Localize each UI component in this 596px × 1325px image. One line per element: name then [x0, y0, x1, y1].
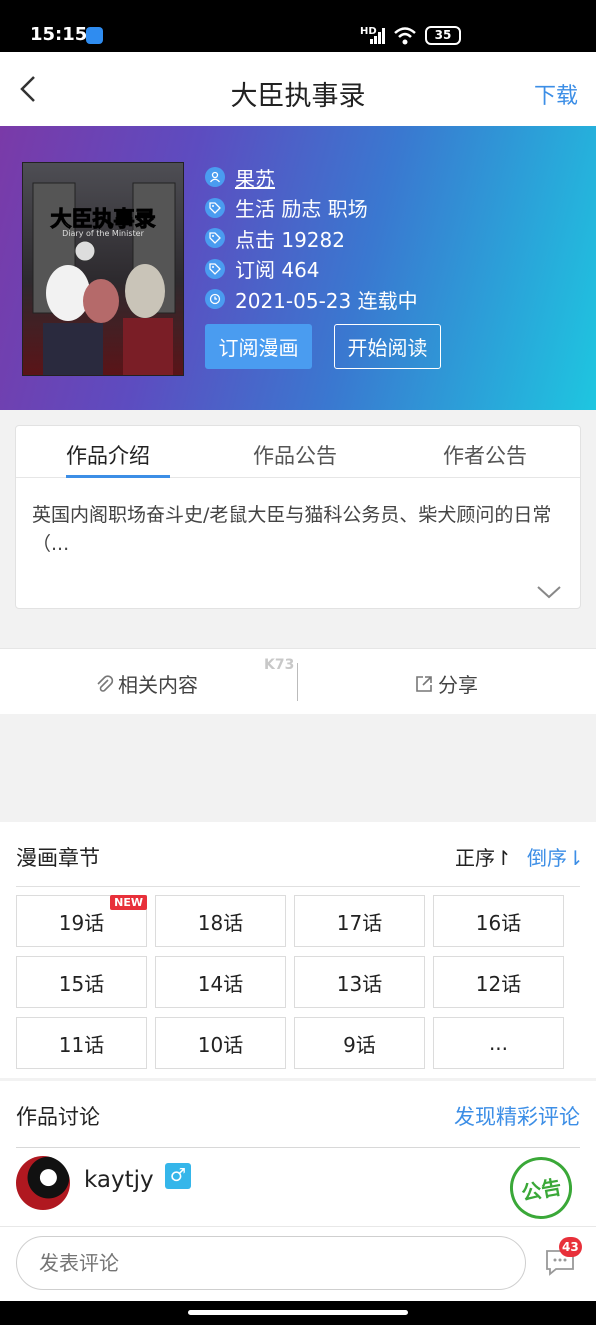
discover-comments-link[interactable]: 发现精彩评论: [454, 1101, 580, 1131]
chevron-down-icon[interactable]: [536, 584, 562, 600]
new-badge: NEW: [110, 895, 147, 910]
clicks-text: 点击 19282: [235, 227, 345, 252]
chapters-divider: [16, 886, 580, 887]
subscribe-button[interactable]: 订阅漫画: [205, 324, 312, 369]
attachment-icon: [97, 674, 114, 692]
tag-icon: [205, 197, 225, 218]
tags-text: 生活 励志 职场: [235, 197, 368, 222]
notification-app-icon: [86, 27, 103, 44]
update-row: 2021-05-23 连载中: [205, 284, 418, 315]
work-description: 英国内阁职场奋斗史/老鼠大臣与猫科公务员、柴犬顾问的日常 （...: [32, 504, 552, 555]
cover-illustration: [32, 182, 176, 375]
discussion-section: 作品讨论 发现精彩评论 kaytjy ♂ 公告: [0, 1081, 596, 1226]
comment-username[interactable]: kaytjy: [84, 1167, 154, 1193]
chapter-item[interactable]: 18话: [155, 895, 286, 947]
chapter-label: 13话: [336, 971, 383, 996]
related-content-button[interactable]: 相关内容: [94, 669, 198, 698]
more-chapters-button[interactable]: ...: [433, 1017, 564, 1069]
signal-icon: [370, 28, 385, 44]
avatar[interactable]: [16, 1156, 70, 1210]
chapters-title: 漫画章节: [16, 846, 100, 870]
status-time: 15:15: [30, 24, 88, 45]
chapter-item[interactable]: 10话: [155, 1017, 286, 1069]
wifi-icon: [394, 27, 416, 45]
subscriptions-text: 订阅 464: [235, 258, 320, 283]
chapter-label: 17话: [336, 910, 383, 935]
related-content-label: 相关内容: [118, 673, 198, 697]
chapter-label: 14话: [197, 971, 244, 996]
subscriptions-row: 订阅 464: [205, 254, 418, 285]
cover-subtitle: Diary of the Minister: [62, 229, 144, 238]
chapter-item[interactable]: 9话: [294, 1017, 425, 1069]
update-text: 2021-05-23 连载中: [235, 288, 418, 313]
tags-row: 生活 励志 职场: [205, 193, 418, 224]
clock-icon: [205, 289, 225, 310]
chapter-label: ...: [488, 1031, 509, 1055]
download-button[interactable]: 下载: [534, 78, 578, 110]
share-icon: [416, 675, 432, 692]
action-bar: 相关内容 K73 分享: [0, 648, 596, 714]
chapter-item[interactable]: 13话: [294, 956, 425, 1008]
comment-bar: 43: [0, 1226, 596, 1301]
status-bar: 15:15 HD 35: [0, 0, 596, 52]
chapter-item[interactable]: 15话: [16, 956, 147, 1008]
discussion-divider: [16, 1147, 580, 1148]
chapter-section: 漫画章节 正序↾ 倒序⇂ 19话 NEW 18话 17话 16话 15话 14话…: [0, 822, 596, 1078]
author-row[interactable]: 果苏: [205, 162, 418, 193]
chapter-label: 19话: [58, 910, 105, 935]
gender-male-icon: ♂: [165, 1163, 191, 1189]
tab-work-notice[interactable]: 作品公告: [253, 440, 337, 470]
chapter-label: 9话: [343, 1032, 376, 1057]
tag-icon: [205, 228, 225, 249]
chapter-item[interactable]: 17话: [294, 895, 425, 947]
action-divider: [297, 663, 298, 701]
intro-card: 作品介绍 作品公告 作者公告 英国内阁职场奋斗史/老鼠大臣与猫科公务员、柴犬顾问…: [15, 425, 581, 609]
tag-icon: [205, 258, 225, 279]
home-indicator[interactable]: [188, 1310, 408, 1315]
comic-meta-list: 果苏 生活 励志 职场 点击 19282 订阅 464 2021-05-23 连…: [205, 162, 418, 315]
watermark: K73: [264, 657, 295, 673]
clicks-row: 点击 19282: [205, 223, 418, 254]
comic-info-banner: 大臣执事录 Diary of the Minister 果苏 生活 励志 职场 …: [0, 126, 596, 410]
chapter-label: 11话: [58, 1032, 105, 1057]
system-nav-bar: [0, 1301, 596, 1325]
comment-input[interactable]: [16, 1236, 526, 1290]
chapter-label: 18话: [197, 910, 244, 935]
chapter-label: 15话: [58, 971, 105, 996]
page-title: 大臣执事录: [230, 81, 366, 112]
share-button[interactable]: 分享: [414, 669, 478, 698]
sort-descending-button[interactable]: 倒序⇂: [527, 842, 584, 871]
user-icon: [205, 167, 225, 188]
sort-ascending-button[interactable]: 正序↾: [455, 842, 512, 871]
chapter-item[interactable]: 11话: [16, 1017, 147, 1069]
battery-icon: 35: [425, 26, 461, 45]
intro-tabs: 作品介绍 作品公告 作者公告: [16, 426, 580, 478]
chapter-label: 16话: [475, 910, 522, 935]
share-label: 分享: [438, 673, 478, 697]
chapter-item[interactable]: 19话 NEW: [16, 895, 147, 947]
chapter-item[interactable]: 12话: [433, 956, 564, 1008]
comic-cover-image[interactable]: 大臣执事录 Diary of the Minister: [22, 162, 184, 376]
chapter-label: 12话: [475, 971, 522, 996]
message-count-badge: 43: [559, 1237, 582, 1257]
start-reading-button[interactable]: 开始阅读: [334, 324, 441, 369]
author-link[interactable]: 果苏: [235, 163, 275, 192]
discussion-title: 作品讨论: [16, 1105, 100, 1129]
chapter-label: 10话: [197, 1032, 244, 1057]
notice-stamp: 公告: [505, 1152, 577, 1224]
active-tab-indicator: [66, 475, 170, 478]
chapter-item[interactable]: 16话: [433, 895, 564, 947]
chapter-item[interactable]: 14话: [155, 956, 286, 1008]
top-nav-bar: 大臣执事录 下载: [0, 52, 596, 130]
tab-author-notice[interactable]: 作者公告: [443, 440, 527, 470]
tab-work-intro[interactable]: 作品介绍: [66, 440, 150, 470]
